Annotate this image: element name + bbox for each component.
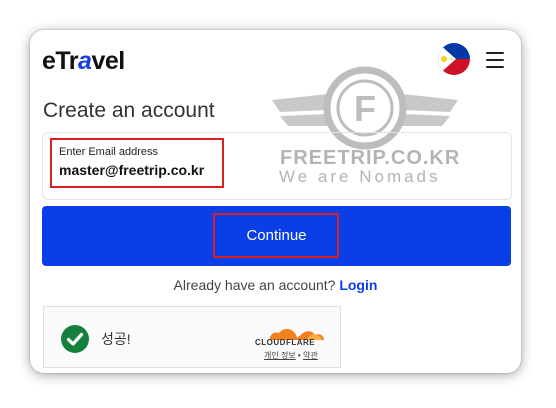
checkmark-icon <box>61 325 89 353</box>
logo-text-accent: a <box>78 47 92 75</box>
cloudflare-links: 개인 정보 • 약관 <box>264 350 318 361</box>
already-have-account-text: Already have an account? <box>173 277 336 293</box>
cloudflare-turnstile-widget[interactable]: 성공! CLOUDFLARE 개인 정보 • 약관 <box>43 306 341 368</box>
logo-text-suffix: vel <box>91 47 125 75</box>
watermark-emblem-letter: F <box>354 88 376 129</box>
email-input[interactable]: master@freetrip.co.kr <box>59 162 204 178</box>
privacy-link[interactable]: 개인 정보 <box>264 351 296 360</box>
login-prompt: Already have an account? Login <box>30 277 521 293</box>
terms-link[interactable]: 약관 <box>303 351 318 360</box>
signup-card: eTravel F FREETRIP.CO.KR We are Nomads C… <box>30 30 521 373</box>
cloudflare-brand-text: CLOUDFLARE <box>255 338 316 347</box>
etravel-logo[interactable]: eTravel <box>42 46 125 76</box>
links-separator: • <box>297 351 301 360</box>
email-field-label: Enter Email address <box>59 146 159 158</box>
continue-highlight-box <box>213 213 339 258</box>
philippines-flag-icon[interactable] <box>438 43 470 75</box>
logo-text-prefix: eTr <box>42 47 79 75</box>
hamburger-menu-icon[interactable] <box>486 52 504 68</box>
verification-success-text: 성공! <box>101 331 131 347</box>
header: eTravel <box>42 43 508 76</box>
login-link[interactable]: Login <box>339 277 377 293</box>
page-title: Create an account <box>43 99 215 122</box>
